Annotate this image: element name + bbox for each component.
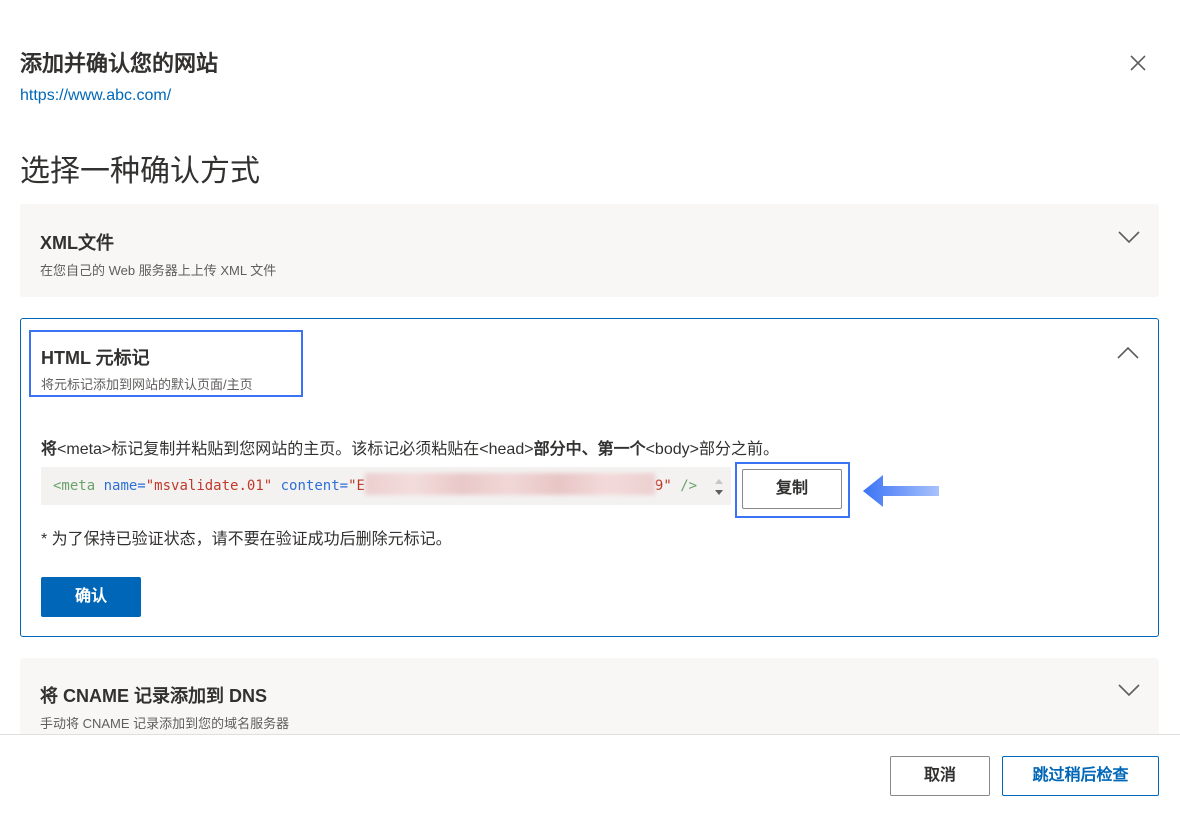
- close-icon[interactable]: [1124, 49, 1152, 77]
- code-content-end: 9": [654, 478, 672, 494]
- instruction-text: 将<meta>标记复制并粘贴到您网站的主页。该标记必须粘贴在<head>部分中、…: [41, 435, 779, 459]
- site-url-link[interactable]: https://www.abc.com/: [20, 87, 171, 105]
- instruction-part-1: 将: [41, 441, 58, 458]
- chevron-up-icon[interactable]: [1117, 346, 1139, 360]
- option-html-meta: HTML 元标记 将元标记添加到网站的默认页面/主页 将<meta>标记复制并粘…: [20, 318, 1159, 637]
- scroll-spinner-icon[interactable]: [713, 475, 725, 499]
- code-close-tag: />: [680, 478, 698, 494]
- option-cname-title: 将 CNAME 记录添加到 DNS: [40, 686, 268, 706]
- code-name-attr: name=: [103, 478, 146, 494]
- option-html-subtitle: 将元标记添加到网站的默认页面/主页: [41, 377, 253, 392]
- arrow-left-icon: [863, 475, 939, 507]
- copy-button[interactable]: 复制: [742, 469, 842, 509]
- redacted-content-value: [364, 473, 655, 495]
- dialog-footer: 取消 跳过稍后检查: [0, 734, 1180, 816]
- instruction-part-3: 部分中、第一个: [533, 441, 646, 458]
- section-heading: 选择一种确认方式: [20, 155, 260, 188]
- dialog-title: 添加并确认您的网站: [20, 51, 219, 76]
- skip-check-later-button[interactable]: 跳过稍后检查: [1002, 756, 1159, 796]
- option-xml-title: XML文件: [40, 233, 114, 253]
- meta-tag-code: <meta name="msvalidate.01" content="E 9" …: [53, 473, 698, 495]
- meta-tag-code-field[interactable]: <meta name="msvalidate.01" content="E 9" …: [41, 467, 731, 505]
- verification-note: * 为了保持已验证状态，请不要在验证成功后删除元标记。: [41, 531, 452, 548]
- cancel-button[interactable]: 取消: [890, 756, 990, 796]
- option-xml-subtitle: 在您自己的 Web 服务器上上传 XML 文件: [40, 263, 277, 278]
- chevron-down-icon[interactable]: [1118, 230, 1140, 244]
- option-html-title: HTML 元标记: [41, 348, 150, 368]
- confirm-button[interactable]: 确认: [41, 577, 141, 617]
- code-content-start: "E: [348, 478, 365, 494]
- option-cname-subtitle: 手动将 CNAME 记录添加到您的域名服务器: [40, 716, 290, 731]
- code-name-value: "msvalidate.01": [145, 478, 273, 494]
- instruction-part-4: <body>部分之前。: [645, 441, 779, 458]
- code-content-attr: content=: [280, 478, 349, 494]
- instruction-part-2: <meta>标记复制并粘贴到您网站的主页。该标记必须粘贴在<head>: [57, 441, 534, 458]
- code-open-tag: <meta: [53, 478, 96, 494]
- chevron-down-icon[interactable]: [1118, 683, 1140, 697]
- option-xml-file[interactable]: XML文件 在您自己的 Web 服务器上上传 XML 文件: [20, 204, 1159, 297]
